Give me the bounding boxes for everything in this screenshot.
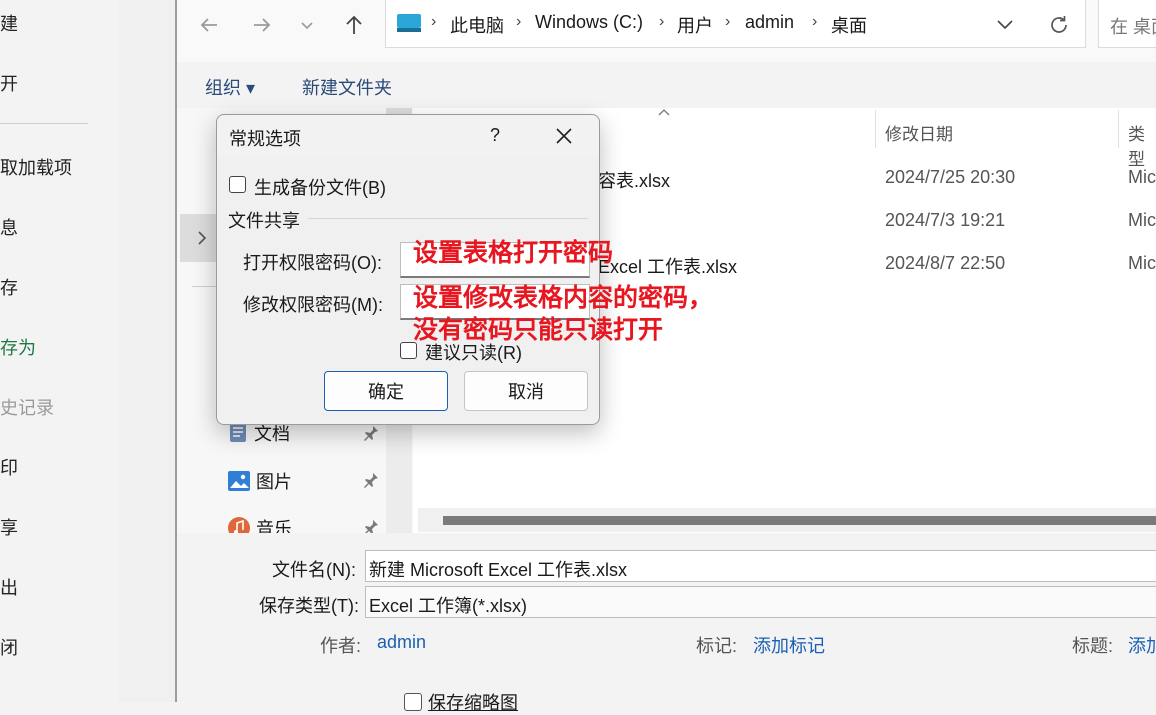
file-type: Mic — [1128, 253, 1156, 273]
annotation-modify-password-1: 设置修改表格内容的密码， — [413, 284, 714, 312]
title-input[interactable]: 添加 — [1128, 632, 1156, 658]
file-date: 2024/7/3 19:21 — [885, 210, 1006, 230]
backstage-item-share[interactable]: 享 — [0, 514, 18, 540]
author-label: 作者: — [320, 636, 362, 656]
backstage-menu: 建 开 取加载项 息 存 存为 史记录 印 享 出 闭 — [0, 0, 118, 702]
search-placeholder: 在 桌面 — [1110, 17, 1156, 37]
column-separator[interactable] — [1118, 110, 1119, 148]
save-thumbnail-checkbox[interactable] — [404, 693, 422, 711]
backstage-item-info[interactable]: 息 — [0, 214, 18, 240]
crumb-this-pc[interactable]: 此电脑 — [450, 12, 504, 38]
crumb-c-drive[interactable]: Windows (C:) — [535, 12, 643, 33]
backstage-item-history[interactable]: 史记录 — [0, 394, 54, 420]
file-type: Mic — [1128, 167, 1156, 187]
savetype-label: 保存类型(T): — [259, 596, 359, 616]
backstage-item-new[interactable]: 建 — [0, 10, 18, 36]
recent-locations-button[interactable] — [292, 10, 322, 40]
backstage-item-addins[interactable]: 取加载项 — [0, 154, 72, 180]
chevron-right-icon — [198, 231, 207, 245]
crumb-desktop[interactable]: 桌面 — [831, 12, 867, 38]
section-divider — [308, 218, 588, 219]
filename-input[interactable]: 新建 Microsoft Excel 工作表.xlsx — [365, 550, 1156, 582]
forward-button[interactable] — [247, 10, 277, 40]
file-sharing-heading: 文件共享 — [228, 211, 300, 231]
sort-ascending-icon — [658, 109, 670, 116]
chevron-right-icon: › — [812, 13, 818, 30]
crumb-admin[interactable]: admin — [745, 12, 794, 33]
tags-input[interactable]: 添加标记 — [753, 632, 825, 658]
help-button[interactable]: ? — [485, 125, 505, 146]
open-password-label: 打开权限密码(O): — [243, 253, 382, 273]
chevron-right-icon: › — [659, 13, 665, 30]
filename-label: 文件名(N): — [272, 560, 356, 580]
search-input[interactable]: 在 桌面 — [1098, 0, 1156, 48]
ok-button[interactable]: 确定 — [324, 371, 448, 411]
picture-icon — [228, 471, 250, 491]
annotation-open-password: 设置表格打开密码 — [413, 239, 614, 267]
backstage-divider — [0, 123, 88, 124]
author-value[interactable]: admin — [377, 632, 426, 653]
pin-icon[interactable] — [362, 471, 380, 489]
backstage-item-print[interactable]: 印 — [0, 454, 18, 480]
column-header-date[interactable]: 修改日期 — [885, 120, 953, 145]
backstage-item-save-as[interactable]: 存为 — [0, 334, 36, 360]
arrow-right-icon — [254, 18, 271, 32]
nav-item-label: 图片 — [256, 472, 292, 492]
horizontal-scroll-thumb[interactable] — [443, 516, 1156, 525]
file-date: 2024/7/25 20:30 — [885, 167, 1016, 187]
save-thumbnail-label[interactable]: 保存缩略图 — [428, 689, 518, 715]
address-bar[interactable]: › 此电脑 › Windows (C:) › 用户 › admin › 桌面 — [385, 0, 1086, 48]
nav-item-pictures[interactable]: 图片 — [228, 468, 292, 494]
file-date: 2024/8/7 22:50 — [885, 253, 1006, 273]
file-name[interactable]: Excel 工作表.xlsx — [598, 253, 737, 279]
dialog-title: 常规选项 — [229, 129, 301, 149]
cancel-button[interactable]: 取消 — [464, 371, 588, 411]
arrow-up-icon — [346, 15, 362, 34]
chevron-down-icon[interactable] — [995, 17, 1015, 31]
general-options-dialog: 常规选项 ? 生成备份文件(B) 文件共享 打开权限密码(O): 修改权限密码(… — [216, 114, 600, 425]
refresh-icon[interactable] — [1047, 13, 1071, 37]
tags-label: 标记: — [696, 636, 738, 656]
title-label: 标题: — [1072, 636, 1114, 656]
backup-label[interactable]: 生成备份文件(B) — [254, 174, 386, 200]
new-folder-button[interactable]: 新建文件夹 — [302, 74, 392, 100]
close-button[interactable] — [549, 123, 579, 149]
arrow-left-icon — [200, 18, 217, 32]
file-name[interactable]: 容表.xlsx — [598, 167, 670, 193]
chevron-right-icon: › — [516, 13, 522, 30]
backstage-gap — [118, 0, 176, 702]
column-header-type[interactable]: 类型 — [1128, 120, 1156, 170]
savetype-select[interactable]: Excel 工作簿(*.xlsx) — [365, 586, 1156, 618]
chevron-right-icon: › — [431, 13, 437, 30]
column-separator[interactable] — [875, 110, 876, 148]
modify-password-label: 修改权限密码(M): — [243, 295, 383, 315]
back-button[interactable] — [194, 10, 224, 40]
pin-icon[interactable] — [362, 424, 380, 442]
close-icon — [556, 128, 572, 144]
annotation-modify-password-2: 没有密码只能只读打开 — [413, 316, 664, 344]
crumb-users[interactable]: 用户 — [677, 12, 713, 38]
up-button[interactable] — [339, 10, 369, 40]
file-type: Mic — [1128, 210, 1156, 230]
chevron-down-icon — [301, 22, 313, 30]
backstage-item-export[interactable]: 出 — [0, 574, 18, 600]
nav-expand-toggle[interactable] — [180, 214, 220, 262]
backstage-item-save[interactable]: 存 — [0, 274, 18, 300]
organize-button[interactable]: 组织 ▾ — [205, 74, 255, 100]
backstage-item-open[interactable]: 开 — [0, 70, 18, 96]
backstage-item-close[interactable]: 闭 — [0, 634, 18, 660]
chevron-right-icon: › — [725, 13, 731, 30]
backup-checkbox[interactable] — [229, 176, 246, 193]
drive-icon — [397, 14, 421, 32]
nav-item-label: 文档 — [254, 424, 290, 444]
